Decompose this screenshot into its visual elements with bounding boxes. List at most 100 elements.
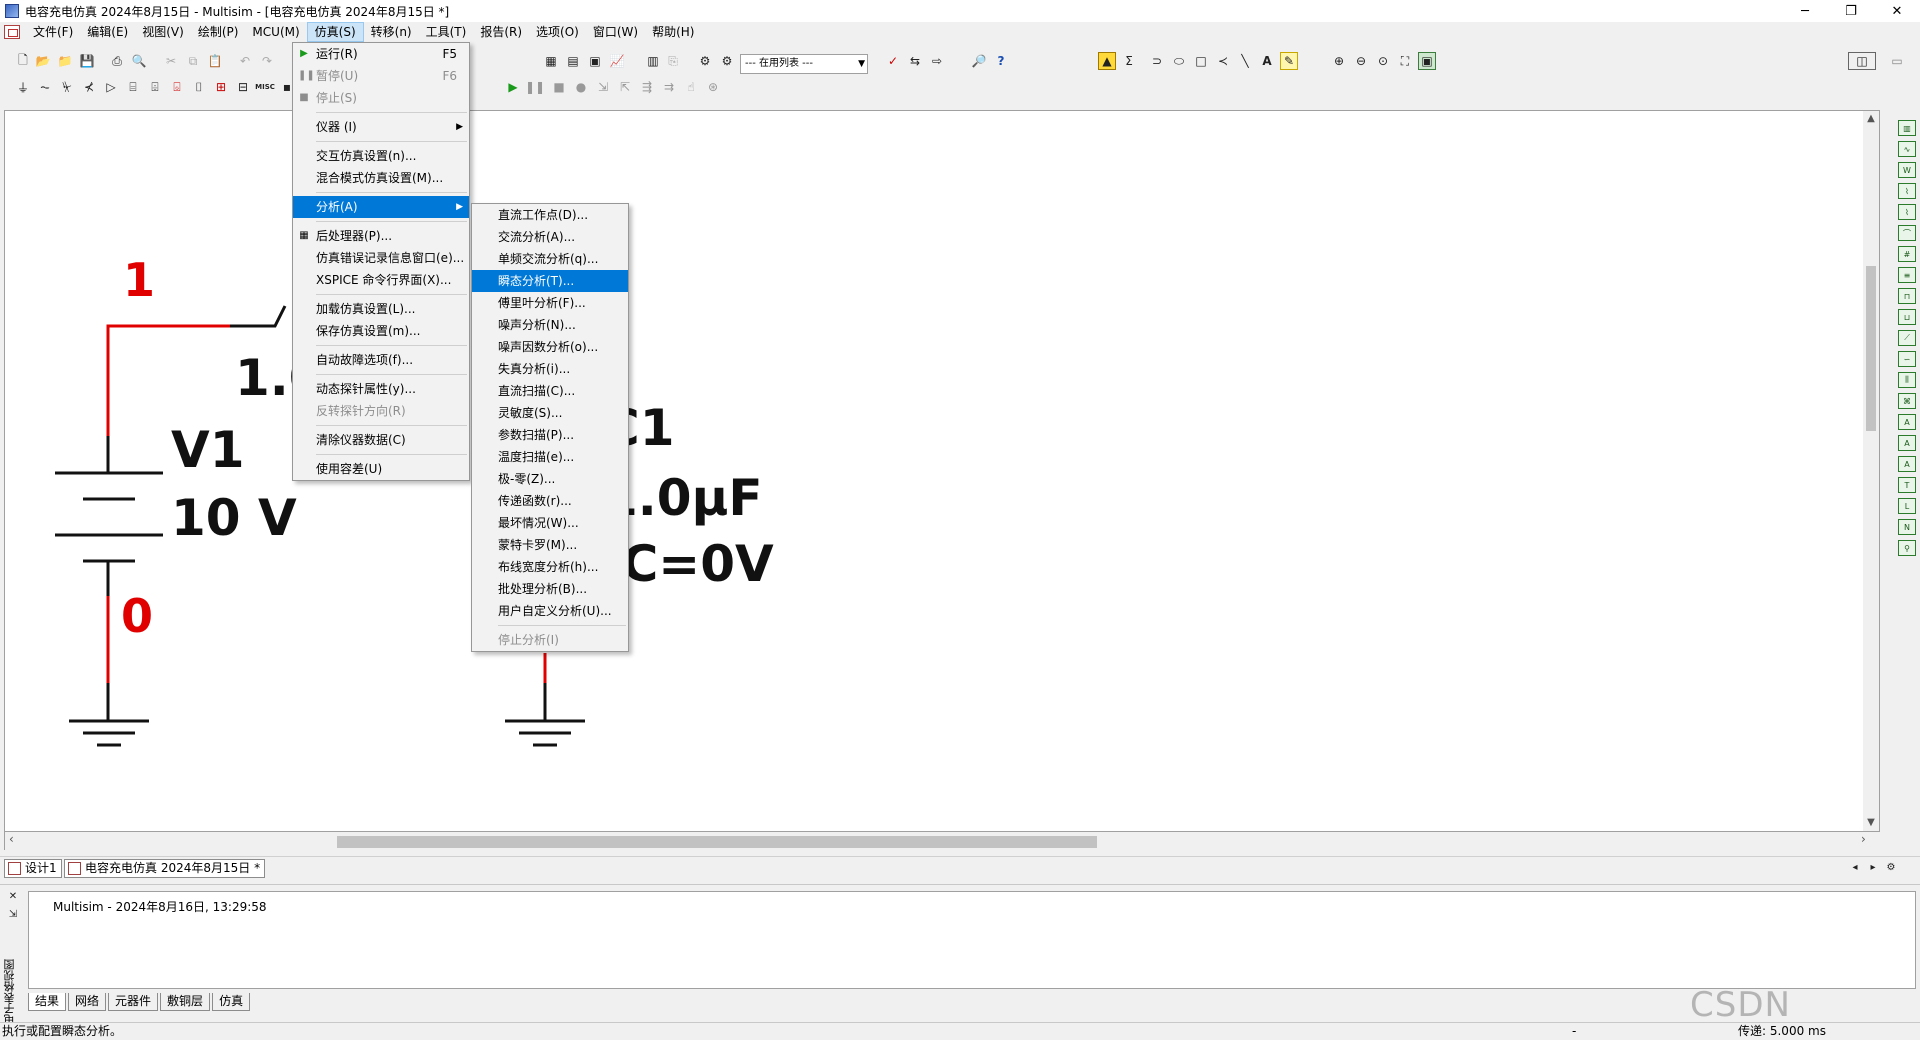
vertical-scroll-thumb[interactable] <box>1866 266 1876 431</box>
back-annotate-icon[interactable]: ⇆ <box>906 52 924 70</box>
ni-elvis-icon[interactable]: N <box>1898 519 1916 535</box>
menu-stop[interactable]: ■ 停止(S) <box>293 87 469 109</box>
word-generator-icon[interactable]: ≡ <box>1898 267 1916 283</box>
menu-xspice-cli[interactable]: XSPICE 命令行界面(X)... <box>293 269 469 291</box>
zoom-sheet-icon[interactable]: ⛶ <box>1396 52 1414 70</box>
menu-analyses[interactable]: 分析(A) ▶ <box>293 196 469 218</box>
paste-special-icon[interactable]: ⎘ <box>664 52 682 70</box>
menu-view[interactable]: 视图(V) <box>135 22 191 42</box>
close-button[interactable]: ✕ <box>1874 0 1920 22</box>
design-toolbox-icon[interactable]: ▦ <box>542 52 560 70</box>
menu-parameter-sweep[interactable]: 参数扫描(P)... <box>472 424 628 446</box>
frequency-counter-icon[interactable]: # <box>1898 246 1916 262</box>
probe-power-icon[interactable]: ⇉ <box>660 78 678 96</box>
menu-options[interactable]: 选项(O) <box>529 22 586 42</box>
menu-sensitivity[interactable]: 灵敏度(S)... <box>472 402 628 424</box>
pause-at-next-icon[interactable]: ● <box>572 78 590 96</box>
schematic-canvas[interactable]: 1 0 V1 10 V 1.0 C1 1.0μF IC=0V ▲ ▼ <box>4 110 1880 832</box>
wire-node-1[interactable] <box>106 324 230 436</box>
source-component-icon[interactable]: ⏚ <box>14 78 32 96</box>
menu-dc-sweep[interactable]: 直流扫描(C)... <box>472 380 628 402</box>
open-sample-icon[interactable]: 📁 <box>56 52 74 70</box>
menu-mcu[interactable]: MCU(M) <box>245 22 306 42</box>
database-manager-icon[interactable]: ▣ <box>586 52 604 70</box>
erc-icon[interactable]: ✓ <box>884 52 902 70</box>
help-icon[interactable]: ? <box>992 52 1010 70</box>
menu-error-log[interactable]: 仿真错误记录信息窗口(e)... <box>293 247 469 269</box>
save-icon[interactable]: 💾 <box>78 52 96 70</box>
menu-instruments[interactable]: 仪器 (I) ▶ <box>293 116 469 138</box>
spectrum-analyzer-icon[interactable]: ⫼ <box>1898 372 1916 388</box>
menu-pause[interactable]: ❚❚ 暂停(U) F6 <box>293 65 469 87</box>
spreadsheet-view-icon[interactable]: ▤ <box>564 52 582 70</box>
menu-transfer-function[interactable]: 传递函数(r)... <box>472 490 628 512</box>
function-generator-icon[interactable]: ∿ <box>1898 141 1916 157</box>
in-use-list-dropdown[interactable]: --- 在用列表 --- ▼ <box>740 54 868 74</box>
open-folder-icon[interactable]: 📂 <box>34 52 52 70</box>
minimize-button[interactable]: ─ <box>1782 0 1828 22</box>
horizontal-scroll-thumb[interactable] <box>337 836 1097 848</box>
vertical-scrollbar[interactable]: ▲ ▼ <box>1863 111 1879 831</box>
text-icon[interactable]: A <box>1258 52 1276 70</box>
rectangle-icon[interactable]: □ <box>1192 52 1210 70</box>
scroll-left-icon[interactable]: ‹ <box>9 832 14 846</box>
network-analyzer-icon[interactable]: ⌘ <box>1898 393 1916 409</box>
logic-converter-icon[interactable]: ⊔ <box>1898 309 1916 325</box>
tab-simulation[interactable]: 仿真 <box>212 993 251 1011</box>
menu-pole-zero[interactable]: 极-零(Z)... <box>472 468 628 490</box>
menu-run[interactable]: ▶ 运行(R) F5 <box>293 43 469 65</box>
scroll-up-icon[interactable]: ▲ <box>1863 113 1879 124</box>
copy-icon[interactable]: ⧉ <box>184 52 202 70</box>
menu-monte-carlo[interactable]: 蒙特卡罗(M)... <box>472 534 628 556</box>
menu-noise-figure[interactable]: 噪声因数分析(o)... <box>472 336 628 358</box>
run-simulation-icon[interactable]: ▶ <box>504 78 522 96</box>
zoom-out-icon[interactable]: ⊖ <box>1352 52 1370 70</box>
menu-distortion-analysis[interactable]: 失真分析(i)... <box>472 358 628 380</box>
menu-batched-analysis[interactable]: 批处理分析(B)... <box>472 578 628 600</box>
current-probe-icon[interactable]: ⚲ <box>1898 540 1916 556</box>
menu-place[interactable]: 绘制(P) <box>191 22 246 42</box>
zoom-in-icon[interactable]: ⊕ <box>1330 52 1348 70</box>
polyline-icon[interactable]: ≺ <box>1214 52 1232 70</box>
grapher-icon[interactable]: 📈 <box>608 52 626 70</box>
wattmeter-icon[interactable]: W <box>1898 162 1916 178</box>
scroll-down-icon[interactable]: ▼ <box>1863 817 1879 828</box>
probe-current-icon[interactable]: ⇱ <box>616 78 634 96</box>
panel-pin-icon[interactable]: ⇲ <box>4 905 22 923</box>
probe-voltage-icon[interactable]: ⇶ <box>638 78 656 96</box>
menu-use-tolerances[interactable]: 使用容差(U) <box>293 458 469 480</box>
bom-icon[interactable]: ▥ <box>644 52 662 70</box>
agilent-multimeter-icon[interactable]: A <box>1898 435 1916 451</box>
bode-plotter-icon[interactable]: ⌒ <box>1898 225 1916 241</box>
menu-help[interactable]: 帮助(H) <box>645 22 701 42</box>
horizontal-scrollbar[interactable]: ‹ › <box>4 832 1866 850</box>
menu-temperature-sweep[interactable]: 温度扫描(e)... <box>472 446 628 468</box>
print-preview-icon[interactable]: 🔍 <box>130 52 148 70</box>
tab-scroll-left-icon[interactable]: ◂ <box>1846 858 1864 876</box>
new-file-icon[interactable]: 🗋 <box>14 52 32 70</box>
probe-settings-icon[interactable]: ☝ <box>682 78 700 96</box>
pause-simulation-icon[interactable]: ❚❚ <box>525 78 545 96</box>
menu-transfer[interactable]: 转移(n) <box>364 22 419 42</box>
menu-load-sim-settings[interactable]: 加载仿真设置(L)... <box>293 298 469 320</box>
paste-icon[interactable]: 📋 <box>206 52 224 70</box>
ttl-component-icon[interactable]: ⌸ <box>124 78 142 96</box>
menu-stop-analysis[interactable]: 停止分析(I) <box>472 629 628 651</box>
menu-reports[interactable]: 报告(R) <box>473 22 529 42</box>
results-log[interactable]: Multisim - 2024年8月16日, 13:29:58 <box>28 891 1916 989</box>
grid-toggle-icon[interactable]: ▭ <box>1882 52 1912 70</box>
menu-interactive-sim-settings[interactable]: 交互仿真设置(n)... <box>293 145 469 167</box>
menu-transient-analysis[interactable]: 瞬态分析(T)... <box>472 270 628 292</box>
menu-mixed-mode-settings[interactable]: 混合模式仿真设置(M)... <box>293 167 469 189</box>
agilent-generator-icon[interactable]: A <box>1898 414 1916 430</box>
menu-ac-analysis[interactable]: 交流分析(A)... <box>472 226 628 248</box>
oscilloscope-icon[interactable]: ⌇ <box>1898 183 1916 199</box>
component-wizard-icon[interactable]: ⚙ <box>696 52 714 70</box>
menu-clear-instrument-data[interactable]: 清除仪器数据(C) <box>293 429 469 451</box>
analog-component-icon[interactable]: ▷ <box>102 78 120 96</box>
menu-tools[interactable]: 工具(T) <box>419 22 474 42</box>
tab-results[interactable]: 结果 <box>28 993 67 1011</box>
probe-icon[interactable]: ⇲ <box>594 78 612 96</box>
distortion-analyzer-icon[interactable]: ∽ <box>1898 351 1916 367</box>
power-component-icon[interactable]: ⊟ <box>234 78 252 96</box>
